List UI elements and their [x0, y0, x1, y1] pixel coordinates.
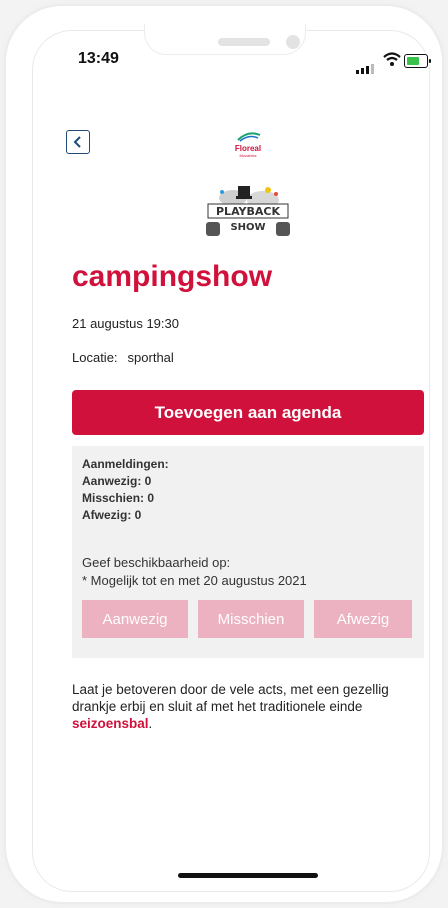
logo-swoosh-icon [237, 132, 261, 142]
add-to-agenda-button[interactable]: Toevoegen aan agenda [72, 390, 424, 435]
speaker [218, 38, 270, 46]
availability-panel: Aanmeldingen: Aanwezig: 0 Misschien: 0 A… [72, 446, 424, 658]
present-button[interactable]: Aanwezig [82, 600, 188, 638]
location-label: Locatie: [72, 350, 118, 365]
logo-subtext: Mozaïeks [239, 153, 257, 158]
absent-button[interactable]: Afwezig [314, 600, 412, 638]
playback-show-image: PLAYBACK SHOW [198, 178, 298, 242]
present-count: Aanwezig: 0 [82, 474, 152, 488]
maybe-count: Misschien: 0 [82, 491, 155, 505]
event-description: Laat je betoveren door de vele acts, met… [72, 681, 427, 732]
event-date: 21 augustus 19:30 [72, 316, 179, 331]
back-button[interactable] [66, 130, 90, 154]
signal-icon [356, 56, 376, 74]
registrations-heading: Aanmeldingen: [82, 457, 169, 471]
availability-deadline: * Mogelijk tot en met 20 augustus 2021 [82, 573, 307, 588]
wifi-icon [383, 52, 401, 66]
seizoensbal-link[interactable]: seizoensbal [72, 716, 149, 731]
event-location: Locatie: sporthal [72, 350, 174, 365]
location-value: sporthal [127, 350, 174, 365]
battery-icon [404, 54, 431, 68]
chevron-left-icon [73, 136, 81, 148]
home-indicator[interactable] [178, 873, 318, 878]
event-title: campingshow [72, 260, 273, 293]
svg-text:SHOW: SHOW [230, 222, 265, 233]
logo-text: Floreal [234, 144, 262, 153]
status-icons [356, 50, 432, 74]
description-text: Laat je betoveren door de vele acts, met… [72, 682, 389, 714]
registration-counts: Aanmeldingen: Aanwezig: 0 Misschien: 0 A… [82, 456, 169, 524]
description-end: . [148, 716, 153, 731]
floreal-logo: Floreal Mozaïeks [224, 132, 272, 162]
status-time: 13:49 [78, 50, 119, 67]
maybe-button[interactable]: Misschien [198, 600, 304, 638]
availability-prompt: Geef beschikbaarheid op: [82, 555, 231, 570]
front-camera [286, 35, 300, 49]
absent-count: Afwezig: 0 [82, 508, 142, 522]
svg-text:PLAYBACK: PLAYBACK [216, 205, 280, 218]
availability-info: Geef beschikbaarheid op: * Mogelijk tot … [82, 554, 307, 590]
